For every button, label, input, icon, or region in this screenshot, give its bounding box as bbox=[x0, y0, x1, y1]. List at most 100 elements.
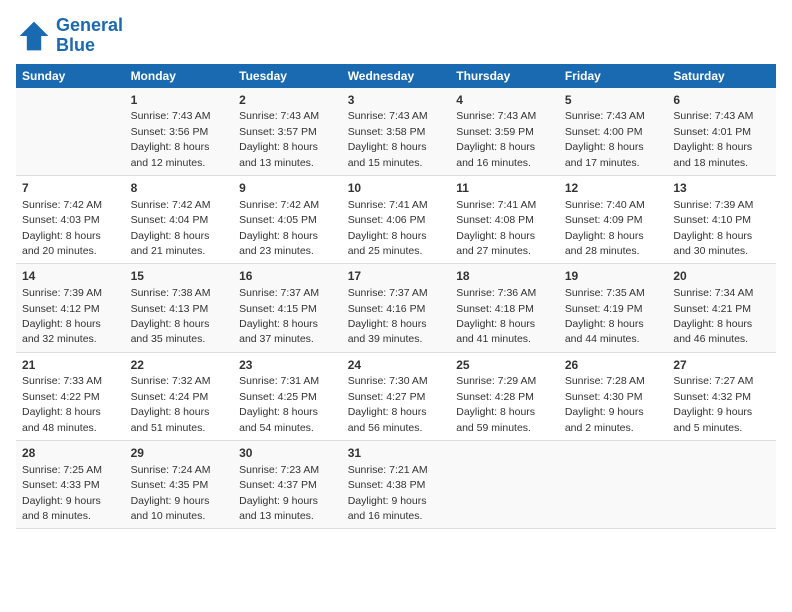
daylight-text: Daylight: 9 hours and 13 minutes. bbox=[239, 495, 318, 522]
calendar-cell: 15 Sunrise: 7:38 AM Sunset: 4:13 PM Dayligh… bbox=[125, 264, 234, 352]
sunset-text: Sunset: 4:16 PM bbox=[348, 303, 426, 315]
calendar-cell bbox=[16, 88, 125, 176]
calendar-cell: 1Sunrise: 7:43 AMSunset: 3:56 PMDaylight… bbox=[125, 88, 234, 176]
day-number: 7 bbox=[22, 180, 119, 197]
sunrise-text: Sunrise: 7:28 AM bbox=[565, 375, 645, 387]
daylight-text: Daylight: 9 hours and 8 minutes. bbox=[22, 495, 101, 522]
calendar-cell: 23Sunrise: 7:31 AMSunset: 4:25 PMDayligh… bbox=[233, 352, 342, 440]
sunset-text: Sunset: 3:59 PM bbox=[456, 126, 534, 138]
daylight-text: Daylight: 8 hours and 44 minutes. bbox=[565, 318, 644, 345]
calendar-cell: 19 Sunrise: 7:35 AM Sunset: 4:19 PM Dayligh… bbox=[559, 264, 668, 352]
day-number: 19 bbox=[565, 268, 662, 285]
day-number: 31 bbox=[348, 445, 445, 462]
day-header-thursday: Thursday bbox=[450, 64, 559, 88]
page: General Blue SundayMondayTuesdayWednesda… bbox=[0, 0, 792, 612]
calendar-cell: 6Sunrise: 7:43 AMSunset: 4:01 PMDaylight… bbox=[667, 88, 776, 176]
sunset-text: Sunset: 4:25 PM bbox=[239, 391, 317, 403]
sunset-text: Sunset: 4:19 PM bbox=[565, 303, 643, 315]
calendar-cell: 17Sunrise: 7:37 AMSunset: 4:16 PMDayligh… bbox=[342, 264, 451, 352]
daylight-text: Daylight: 8 hours and 28 minutes. bbox=[565, 230, 644, 257]
day-number: 30 bbox=[239, 445, 336, 462]
day-number: 28 bbox=[22, 445, 119, 462]
daylight-text: Daylight: 8 hours and 16 minutes. bbox=[456, 141, 535, 168]
week-row-5: 28Sunrise: 7:25 AMSunset: 4:33 PMDayligh… bbox=[16, 441, 776, 529]
day-number: 16 bbox=[239, 268, 336, 285]
calendar-cell bbox=[667, 441, 776, 529]
day-number: 23 bbox=[239, 357, 336, 374]
day-number: 10 bbox=[348, 180, 445, 197]
daylight-text: Daylight: 9 hours and 2 minutes. bbox=[565, 406, 644, 433]
sunset-text: Sunset: 3:58 PM bbox=[348, 126, 426, 138]
day-number: 27 bbox=[673, 357, 770, 374]
daylight-text: Daylight: 8 hours and 25 minutes. bbox=[348, 230, 427, 257]
calendar-table: SundayMondayTuesdayWednesdayThursdayFrid… bbox=[16, 64, 776, 530]
sunset-text: Sunset: 4:30 PM bbox=[565, 391, 643, 403]
header-row: SundayMondayTuesdayWednesdayThursdayFrid… bbox=[16, 64, 776, 88]
daylight-text: Daylight: 8 hours and 21 minutes. bbox=[131, 230, 210, 257]
sunset-text: Sunset: 4:27 PM bbox=[348, 391, 426, 403]
sunset-text: Sunset: 4:01 PM bbox=[673, 126, 751, 138]
day-number: 15 bbox=[131, 268, 228, 285]
daylight-text: Daylight: 8 hours and 56 minutes. bbox=[348, 406, 427, 433]
calendar-cell: 12Sunrise: 7:40 AMSunset: 4:09 PMDayligh… bbox=[559, 175, 668, 263]
sunrise-text: Sunrise: 7:36 AM bbox=[456, 287, 536, 299]
day-number: 3 bbox=[348, 92, 445, 109]
week-row-2: 7Sunrise: 7:42 AMSunset: 4:03 PMDaylight… bbox=[16, 175, 776, 263]
sunrise-text: Sunrise: 7:34 AM bbox=[673, 287, 753, 299]
calendar-cell: 21Sunrise: 7:33 AMSunset: 4:22 PMDayligh… bbox=[16, 352, 125, 440]
calendar-cell: 30Sunrise: 7:23 AMSunset: 4:37 PMDayligh… bbox=[233, 441, 342, 529]
day-number: 13 bbox=[673, 180, 770, 197]
sunrise-text: Sunrise: 7:43 AM bbox=[673, 110, 753, 122]
sunset-text: Sunset: 3:57 PM bbox=[239, 126, 317, 138]
daylight-text: Daylight: 9 hours and 16 minutes. bbox=[348, 495, 427, 522]
sunrise-text: Sunrise: 7:35 AM bbox=[565, 287, 645, 299]
sunrise-text: Sunrise: 7:31 AM bbox=[239, 375, 319, 387]
daylight-text: Daylight: 8 hours and 35 minutes. bbox=[131, 318, 210, 345]
sunrise-text: Sunrise: 7:43 AM bbox=[456, 110, 536, 122]
sunrise-text: Sunrise: 7:43 AM bbox=[348, 110, 428, 122]
day-header-saturday: Saturday bbox=[667, 64, 776, 88]
daylight-text: Daylight: 8 hours and 15 minutes. bbox=[348, 141, 427, 168]
day-number: 25 bbox=[456, 357, 553, 374]
sunrise-text: Sunrise: 7:29 AM bbox=[456, 375, 536, 387]
day-number: 14 bbox=[22, 268, 119, 285]
daylight-text: Daylight: 8 hours and 20 minutes. bbox=[22, 230, 101, 257]
sunrise-text: Sunrise: 7:42 AM bbox=[131, 199, 211, 211]
calendar-cell: 20Sunrise: 7:34 AMSunset: 4:21 PMDayligh… bbox=[667, 264, 776, 352]
header: General Blue bbox=[16, 16, 776, 56]
daylight-text: Daylight: 8 hours and 41 minutes. bbox=[456, 318, 535, 345]
sunset-text: Sunset: 4:04 PM bbox=[131, 214, 209, 226]
sunset-text: Sunset: 4:00 PM bbox=[565, 126, 643, 138]
day-header-wednesday: Wednesday bbox=[342, 64, 451, 88]
logo-text: General Blue bbox=[56, 16, 123, 56]
day-number: 9 bbox=[239, 180, 336, 197]
sunrise-text: Sunrise: 7:21 AM bbox=[348, 464, 428, 476]
daylight-text: Daylight: 8 hours and 27 minutes. bbox=[456, 230, 535, 257]
sunset-text: Sunset: 4:37 PM bbox=[239, 479, 317, 491]
sunset-text: Sunset: 4:06 PM bbox=[348, 214, 426, 226]
week-row-4: 21Sunrise: 7:33 AMSunset: 4:22 PMDayligh… bbox=[16, 352, 776, 440]
daylight-text: Daylight: 8 hours and 59 minutes. bbox=[456, 406, 535, 433]
sunset-text: Sunset: 4:21 PM bbox=[673, 303, 751, 315]
sunrise-text: Sunrise: 7:37 AM bbox=[348, 287, 428, 299]
sunset-text: Sunset: 4:08 PM bbox=[456, 214, 534, 226]
calendar-cell: 9Sunrise: 7:42 AMSunset: 4:05 PMDaylight… bbox=[233, 175, 342, 263]
calendar-cell: 29Sunrise: 7:24 AMSunset: 4:35 PMDayligh… bbox=[125, 441, 234, 529]
sunrise-text: Sunrise: 7:25 AM bbox=[22, 464, 102, 476]
day-header-tuesday: Tuesday bbox=[233, 64, 342, 88]
sunrise-text: Sunrise: 7:42 AM bbox=[22, 199, 102, 211]
calendar-cell: 8Sunrise: 7:42 AMSunset: 4:04 PMDaylight… bbox=[125, 175, 234, 263]
daylight-text: Daylight: 8 hours and 37 minutes. bbox=[239, 318, 318, 345]
day-number: 5 bbox=[565, 92, 662, 109]
day-number: 18 bbox=[456, 268, 553, 285]
sunset-text: Sunset: 4:35 PM bbox=[131, 479, 209, 491]
calendar-cell: 22Sunrise: 7:32 AMSunset: 4:24 PMDayligh… bbox=[125, 352, 234, 440]
sunset-text: Sunset: 4:18 PM bbox=[456, 303, 534, 315]
sunrise-text: Sunrise: 7:38 AM bbox=[131, 287, 211, 299]
calendar-cell: 2Sunrise: 7:43 AMSunset: 3:57 PMDaylight… bbox=[233, 88, 342, 176]
calendar-cell: 14Sunrise: 7:39 AMSunset: 4:12 PMDayligh… bbox=[16, 264, 125, 352]
sunset-text: Sunset: 4:13 PM bbox=[131, 303, 209, 315]
day-number: 22 bbox=[131, 357, 228, 374]
calendar-cell: 11Sunrise: 7:41 AMSunset: 4:08 PMDayligh… bbox=[450, 175, 559, 263]
calendar-cell: 24Sunrise: 7:30 AMSunset: 4:27 PMDayligh… bbox=[342, 352, 451, 440]
